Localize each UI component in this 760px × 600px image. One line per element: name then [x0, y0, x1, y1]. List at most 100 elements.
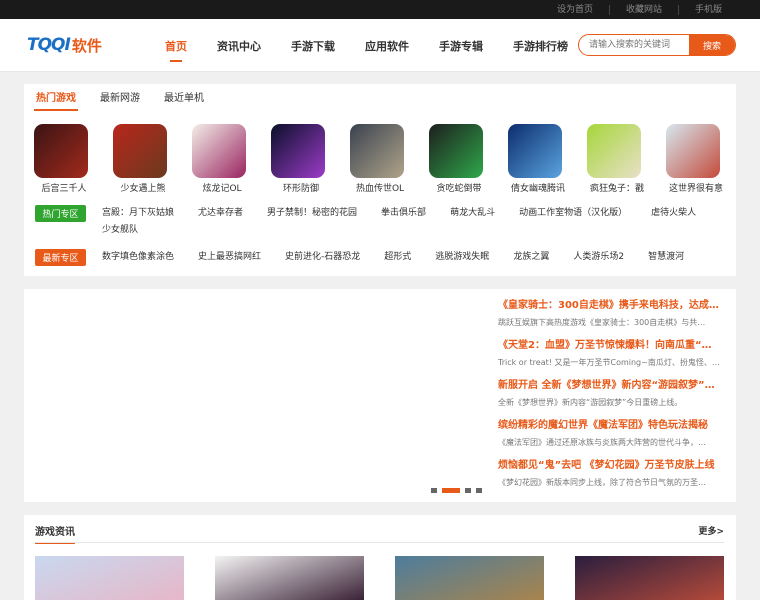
more-link[interactable]: 更多> [698, 524, 724, 537]
search-button[interactable]: 搜索 [689, 35, 735, 55]
game-icon[interactable] [587, 124, 641, 178]
site-logo[interactable]: TQQI 软件 [27, 34, 102, 56]
slide-dot[interactable] [465, 488, 471, 493]
news-thumbnail[interactable] [35, 556, 184, 600]
nav-rankings[interactable]: 手游排行榜 [498, 19, 583, 72]
game-item[interactable]: 疯狂兔子：戳 [586, 124, 665, 194]
nav-apps[interactable]: 应用软件 [350, 19, 424, 72]
banner-slideshow[interactable] [24, 289, 489, 502]
news-summary: Trick or treat! 又是一年万圣节Coming~南瓜灯、扮鬼怪、… [498, 358, 720, 367]
news-item[interactable]: 《皇家骑士：300自走棋》携手来电科技，达成… 跳跃互娱旗下高热度游戏《皇家骑士：… [498, 299, 726, 339]
header: TQQI 软件 首页 资讯中心 手游下载 应用软件 手游专辑 手游排行榜 搜索 [0, 19, 760, 72]
zone-link[interactable]: 少女舰队 [102, 222, 138, 239]
search-input[interactable] [589, 35, 689, 55]
nav-news[interactable]: 资讯中心 [202, 19, 276, 72]
nav-collections[interactable]: 手游专辑 [424, 19, 498, 72]
slideshow-dots [431, 488, 487, 493]
zone-link[interactable]: 史前进化-石器恐龙 [285, 249, 360, 266]
zone-links: 宫殿：月下灰姑娘 尤达幸存者 男子禁制！秘密的花园 拳击俱乐部 萌龙大乱斗 动画工作室物语… [86, 205, 726, 239]
zone-link[interactable]: 尤达幸存者 [198, 205, 243, 222]
news-summary: 跳跃互娱旗下高热度游戏《皇家骑士：300自走棋》与共… [498, 318, 706, 327]
zone-link[interactable]: 萌龙大乱斗 [450, 205, 495, 222]
slide-dot[interactable] [431, 488, 437, 493]
game-icon[interactable] [350, 124, 404, 178]
game-name[interactable]: 这世界很有意 [665, 181, 727, 194]
set-homepage-link[interactable]: 设为首页 [541, 5, 609, 15]
news-title[interactable]: 新服开启 全新《梦想世界》新内容“游园叙梦”… [498, 379, 726, 393]
news-title[interactable]: 《天堂2：血盟》万圣节惊悚爆料！向南瓜重“… [498, 339, 726, 353]
bookmark-site-link[interactable]: 收藏网站 [608, 4, 678, 15]
game-icon[interactable] [429, 124, 483, 178]
zone-link[interactable]: 龙族之翼 [513, 249, 549, 266]
nav-game-download[interactable]: 手游下载 [276, 19, 350, 72]
top-bar: 设为首页 收藏网站 手机版 [0, 0, 760, 19]
game-icon[interactable] [666, 124, 720, 178]
tab-hot-games[interactable]: 热门游戏 [24, 84, 88, 114]
zone-label: 热门专区 [35, 205, 86, 222]
news-title[interactable]: 缤纷精彩的魔幻世界《魔法军团》特色玩法揭秘 [498, 419, 726, 433]
game-name[interactable]: 疯狂兔子：戳 [586, 181, 648, 194]
game-item[interactable]: 这世界很有意 [665, 124, 744, 194]
game-icon[interactable] [192, 124, 246, 178]
tab-recent-single-games[interactable]: 最近单机 [152, 84, 216, 114]
search-box: 搜索 [578, 34, 736, 56]
game-icon[interactable] [113, 124, 167, 178]
divider [35, 542, 724, 543]
zone-link[interactable]: 动画工作室物语（汉化版） [519, 205, 627, 222]
zone-link[interactable]: 虐待火柴人 [651, 205, 696, 222]
game-item[interactable]: 炫龙记OL [191, 124, 270, 194]
game-name[interactable]: 环形防御 [270, 181, 332, 194]
game-item[interactable]: 热血传世OL [349, 124, 428, 194]
game-name[interactable]: 后宫三千人 [33, 181, 95, 194]
zone-link[interactable]: 超形式 [384, 249, 411, 266]
news-thumbnail[interactable] [395, 556, 544, 600]
tab-new-online-games[interactable]: 最新网游 [88, 84, 152, 114]
game-icon[interactable] [508, 124, 562, 178]
hot-zone-row: 热门专区 宫殿：月下灰姑娘 尤达幸存者 男子禁制！秘密的花园 拳击俱乐部 萌龙大乱斗 动画工… [35, 205, 726, 239]
news-item[interactable]: 《天堂2：血盟》万圣节惊悚爆料！向南瓜重“… Trick or treat! 又是… [498, 339, 726, 379]
news-item[interactable]: 烦恼都见“鬼”去吧 《梦幻花园》万圣节皮肤上线《梦幻花园》新版本同步上线，除了符… [498, 459, 726, 499]
game-icon[interactable] [271, 124, 325, 178]
news-thumbnail[interactable] [215, 556, 364, 600]
logo-text: 软件 [71, 36, 102, 55]
featured-news-panel: 《皇家骑士：300自走棋》携手来电科技，达成… 跳跃互娱旗下高热度游戏《皇家骑士：… [24, 289, 736, 502]
news-summary: 《梦幻花园》新版本同步上线，除了符合节日气氛的万圣… [498, 478, 706, 487]
zone-link[interactable]: 人类游乐场2 [573, 249, 624, 266]
news-summary: 全新《梦想世界》新内容“游园叙梦”今日重磅上线。 [498, 398, 683, 407]
mobile-version-link[interactable]: 手机版 [677, 4, 738, 15]
game-name[interactable]: 炫龙记OL [191, 181, 253, 194]
news-title[interactable]: 烦恼都见“鬼”去吧 《梦幻花园》万圣节皮肤上线 [498, 459, 726, 473]
news-thumbnail[interactable] [575, 556, 724, 600]
zone-link[interactable]: 男子禁制！秘密的花园 [267, 205, 357, 222]
game-name[interactable]: 热血传世OL [349, 181, 411, 194]
game-item[interactable]: 贪吃蛇倒带 [428, 124, 507, 194]
news-summary: 《魔法军团》通过还原冰族与炎族两大阵营的世代斗争，… [498, 438, 706, 447]
main-nav: 首页 资讯中心 手游下载 应用软件 手游专辑 手游排行榜 [150, 19, 583, 72]
zone-link[interactable]: 拳击俱乐部 [381, 205, 426, 222]
zone-link[interactable]: 逃脱游戏失眠 [435, 249, 489, 266]
slide-dot[interactable] [476, 488, 482, 493]
new-zone-row: 最新专区 数字填色像素涂色 史上最恶搞网红 史前进化-石器恐龙 超形式 逃脱游戏失眠 龙族之… [35, 249, 726, 266]
news-item[interactable]: 新服开启 全新《梦想世界》新内容“游园叙梦”… 全新《梦想世界》新内容“游园叙梦”… [498, 379, 726, 419]
zone-link[interactable]: 宫殿：月下灰姑娘 [102, 205, 174, 222]
logo-mark: TQQI [27, 35, 71, 55]
section-title: 游戏资讯 [35, 523, 75, 544]
zone-links: 数字填色像素涂色 史上最恶搞网红 史前进化-石器恐龙 超形式 逃脱游戏失眠 龙族之翼 人类游… [86, 249, 726, 266]
game-icon[interactable] [34, 124, 88, 178]
zone-link[interactable]: 史上最恶搞网红 [198, 249, 261, 266]
game-item[interactable]: 环形防御 [270, 124, 349, 194]
game-item[interactable]: 倩女幽魂腾讯 [507, 124, 586, 194]
game-item[interactable]: 后宫三千人 [33, 124, 112, 194]
game-tabs: 热门游戏 最新网游 最近单机 [24, 84, 216, 114]
game-name[interactable]: 倩女幽魂腾讯 [507, 181, 569, 194]
nav-home[interactable]: 首页 [150, 19, 202, 72]
game-name[interactable]: 贪吃蛇倒带 [428, 181, 490, 194]
zone-link[interactable]: 智慧渡河 [648, 249, 684, 266]
game-item[interactable]: 少女遇上熊 [112, 124, 191, 194]
news-title[interactable]: 《皇家骑士：300自走棋》携手来电科技，达成… [498, 299, 726, 313]
news-item[interactable]: 缤纷精彩的魔幻世界《魔法军团》特色玩法揭秘《魔法军团》通过还原冰族与炎族两大阵营… [498, 419, 726, 459]
zone-link[interactable]: 数字填色像素涂色 [102, 249, 174, 266]
game-name[interactable]: 少女遇上熊 [112, 181, 174, 194]
slide-dot[interactable] [442, 488, 460, 493]
top-links: 设为首页 收藏网站 手机版 [541, 0, 738, 19]
